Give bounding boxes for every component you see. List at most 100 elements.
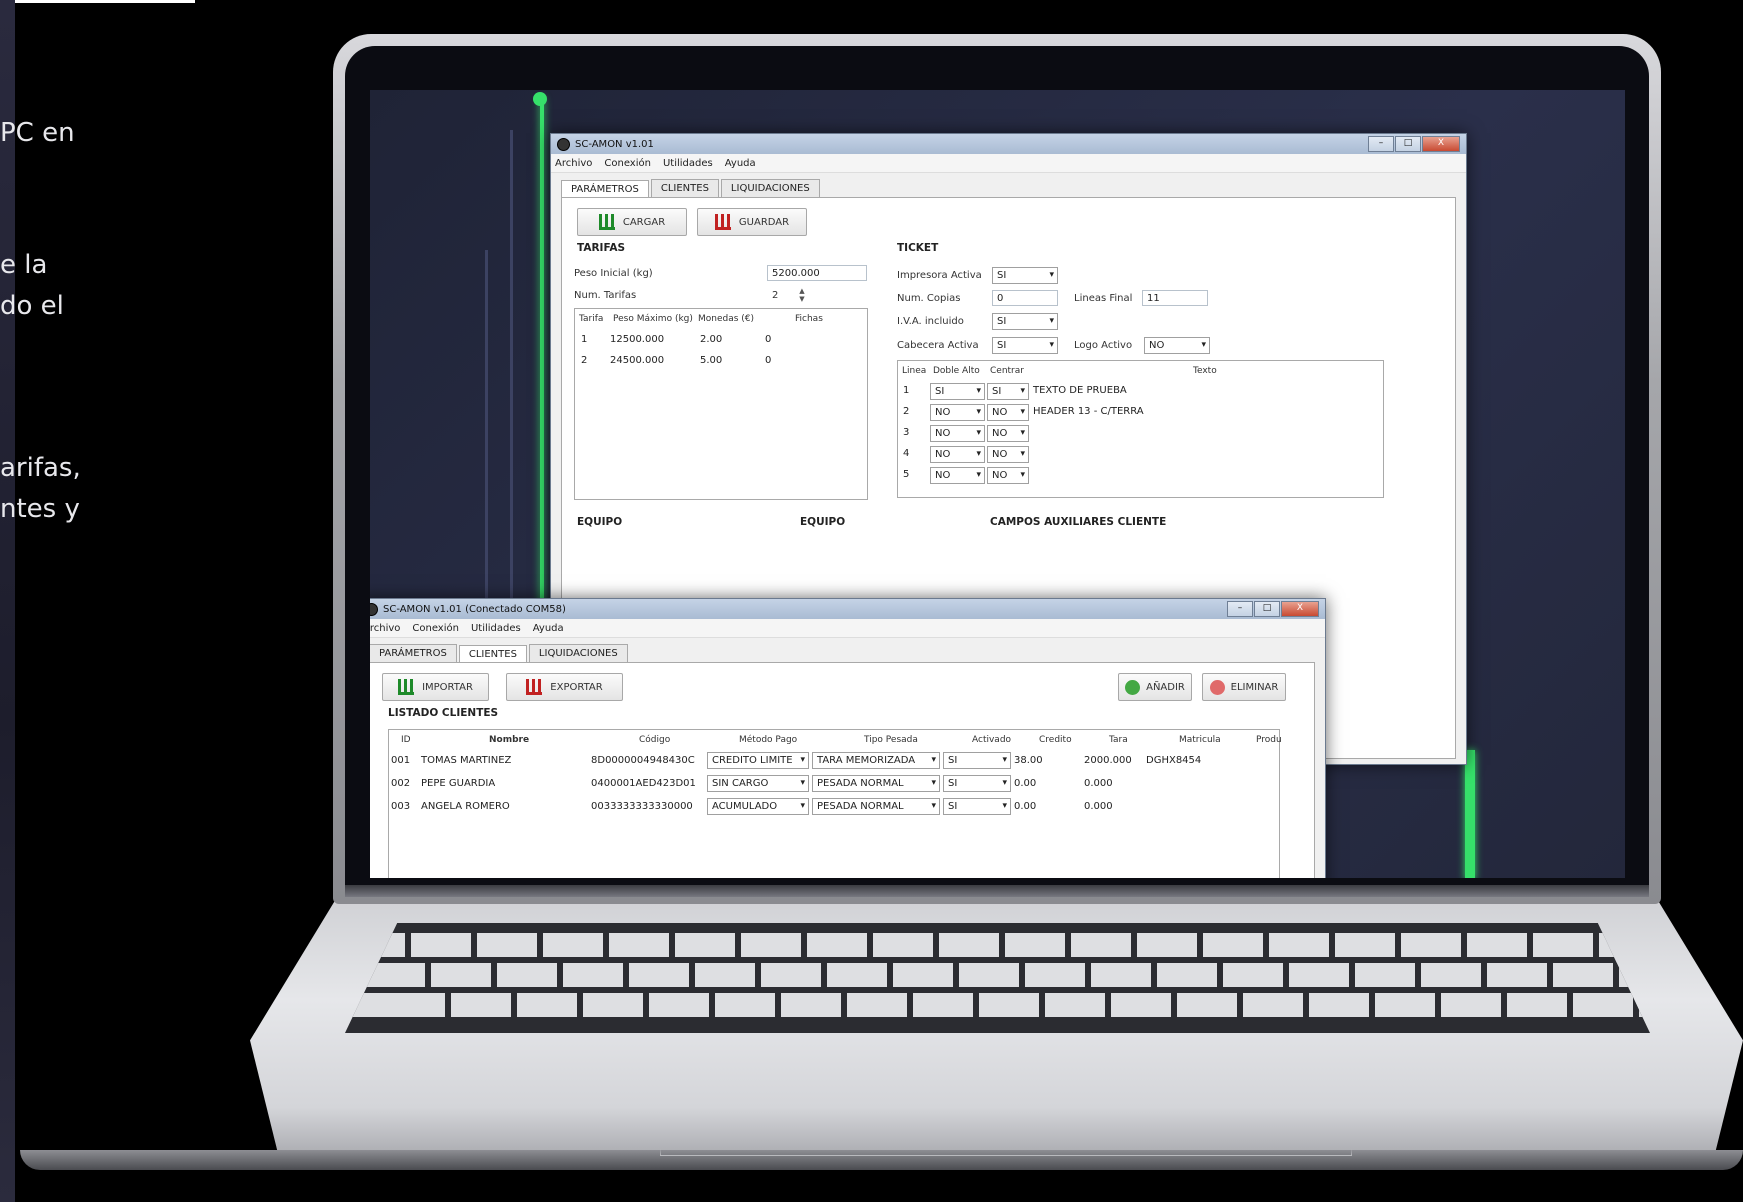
client-matricula[interactable]: DGHX8454 — [1146, 755, 1201, 766]
doble-alto-select[interactable]: SI — [930, 383, 985, 400]
tarifa-cell[interactable]: 0 — [765, 334, 771, 345]
tab-parametros[interactable]: PARÁMETROS — [561, 180, 649, 198]
client-name[interactable]: ANGELA ROMERO — [421, 801, 510, 812]
tarifa-cell[interactable]: 1 — [581, 334, 587, 345]
close-button[interactable]: X — [1422, 136, 1460, 152]
client-id[interactable]: 001 — [391, 755, 410, 766]
side-text-line-1: PC en — [0, 118, 75, 148]
export-icon — [526, 679, 543, 695]
client-credito[interactable]: 0.00 — [1014, 801, 1036, 812]
lineas-final-field[interactable]: 11 — [1142, 290, 1208, 306]
iva-label: I.V.A. incluido — [897, 316, 964, 327]
client-tara[interactable]: 0.000 — [1084, 801, 1113, 812]
client-tara[interactable]: 2000.000 — [1084, 755, 1132, 766]
impresora-select[interactable]: SI — [992, 267, 1058, 284]
exportar-button[interactable]: EXPORTAR — [506, 673, 623, 701]
page-side-strip — [0, 0, 15, 1202]
tarifa-cell[interactable]: 0 — [765, 355, 771, 366]
cabecera-select[interactable]: SI — [992, 337, 1058, 354]
num-tarifas-label: Num. Tarifas — [574, 290, 637, 301]
menu-utilidades[interactable]: Utilidades — [663, 158, 713, 169]
tab-liquidaciones[interactable]: LIQUIDACIONES — [720, 179, 820, 197]
client-tara[interactable]: 0.000 — [1084, 778, 1113, 789]
side-text-line-5: ntes y — [0, 494, 80, 524]
col-credito: Credito — [1039, 735, 1072, 745]
menu-ayuda[interactable]: Ayuda — [725, 158, 756, 169]
menu-archivo[interactable]: Archivo — [555, 158, 592, 169]
import-icon — [398, 679, 415, 695]
doble-alto-select[interactable]: NO — [930, 467, 985, 484]
doble-alto-select[interactable]: NO — [930, 446, 985, 463]
activado-select[interactable]: SI — [943, 798, 1011, 815]
minimize-button[interactable]: – — [1368, 136, 1394, 152]
num-tarifas-value[interactable]: 2 — [772, 290, 778, 301]
doble-alto-select[interactable]: NO — [930, 425, 985, 442]
eliminar-button[interactable]: ELIMINAR — [1202, 673, 1286, 701]
ticket-line-num: 3 — [903, 427, 910, 438]
col-metodo-pago: Método Pago — [739, 735, 798, 745]
cargar-button[interactable]: CARGAR — [577, 208, 687, 236]
ticket-text-cell[interactable]: HEADER 13 - C/TERRA — [1033, 406, 1144, 417]
app-icon — [370, 602, 378, 616]
tab-clientes[interactable]: CLIENTES — [458, 645, 527, 663]
centrar-select[interactable]: NO — [987, 404, 1029, 421]
ticket-text-cell[interactable]: TEXTO DE PRUEBA — [1033, 385, 1127, 396]
window-title: SC-AMON v1.01 — [575, 138, 654, 150]
centrar-select[interactable]: NO — [987, 425, 1029, 442]
tab-clientes[interactable]: CLIENTES — [650, 179, 719, 197]
ticket-line-num: 5 — [903, 469, 910, 480]
activado-select[interactable]: SI — [943, 775, 1011, 792]
client-name[interactable]: TOMAS MARTINEZ — [421, 755, 511, 766]
centrar-select[interactable]: NO — [987, 467, 1029, 484]
client-code[interactable]: 8D0000004948430C — [591, 755, 695, 766]
tab-liquidaciones[interactable]: LIQUIDACIONES — [528, 644, 628, 662]
importar-button[interactable]: IMPORTAR — [382, 673, 489, 701]
col-activado: Activado — [972, 735, 1012, 745]
client-code[interactable]: 0033333333330000 — [591, 801, 693, 812]
client-credito[interactable]: 38.00 — [1014, 755, 1043, 766]
menu-conexion[interactable]: Conexión — [412, 623, 459, 634]
copias-label: Num. Copias — [897, 293, 961, 304]
tarifa-cell[interactable]: 12500.000 — [610, 334, 664, 345]
menu-ayuda[interactable]: Ayuda — [533, 623, 564, 634]
tab-parametros[interactable]: PARÁMETROS — [370, 644, 457, 662]
num-tarifas-spinner[interactable]: ▲ ▼ — [797, 287, 807, 303]
maximize-button[interactable]: □ — [1395, 136, 1421, 152]
client-id[interactable]: 003 — [391, 801, 410, 812]
col-doble-alto: Doble Alto — [933, 366, 980, 376]
client-code[interactable]: 0400001AED423D01 — [591, 778, 696, 789]
tipo-pesada-select[interactable]: PESADA NORMAL — [812, 775, 940, 792]
window-title: SC-AMON v1.01 (Conectado COM58) — [383, 603, 566, 615]
client-id[interactable]: 002 — [391, 778, 410, 789]
tarifa-cell[interactable]: 2 — [581, 355, 587, 366]
circuit-trace-right — [1465, 750, 1475, 878]
metodo-pago-select[interactable]: ACUMULADO — [707, 798, 809, 815]
peso-inicial-label: Peso Inicial (kg) — [574, 268, 653, 279]
metodo-pago-select[interactable]: CREDITO LIMITE — [707, 752, 809, 769]
tipo-pesada-select[interactable]: PESADA NORMAL — [812, 798, 940, 815]
client-credito[interactable]: 0.00 — [1014, 778, 1036, 789]
laptop-screen: SC-AMON v1.01 – □ X Archivo Conexión Uti… — [370, 90, 1625, 878]
centrar-select[interactable]: NO — [987, 446, 1029, 463]
tarifa-cell[interactable]: 24500.000 — [610, 355, 664, 366]
logo-select[interactable]: NO — [1144, 337, 1210, 354]
anadir-button[interactable]: AÑADIR — [1118, 673, 1192, 701]
tarifa-cell[interactable]: 5.00 — [700, 355, 722, 366]
copias-field[interactable]: 0 — [992, 290, 1058, 306]
centrar-select[interactable]: SI — [987, 383, 1029, 400]
menu-conexion[interactable]: Conexión — [604, 158, 651, 169]
activado-select[interactable]: SI — [943, 752, 1011, 769]
menu-archivo[interactable]: Archivo — [370, 623, 400, 634]
tipo-pesada-select[interactable]: TARA MEMORIZADA — [812, 752, 940, 769]
doble-alto-select[interactable]: NO — [930, 404, 985, 421]
maximize-button[interactable]: □ — [1254, 601, 1280, 617]
peso-inicial-field[interactable]: 5200.000 — [767, 265, 867, 281]
close-button[interactable]: X — [1281, 601, 1319, 617]
minimize-button[interactable]: – — [1227, 601, 1253, 617]
tarifa-cell[interactable]: 2.00 — [700, 334, 722, 345]
iva-select[interactable]: SI — [992, 313, 1058, 330]
menu-utilidades[interactable]: Utilidades — [471, 623, 521, 634]
client-name[interactable]: PEPE GUARDIA — [421, 778, 495, 789]
guardar-button[interactable]: GUARDAR — [697, 208, 807, 236]
metodo-pago-select[interactable]: SIN CARGO — [707, 775, 809, 792]
